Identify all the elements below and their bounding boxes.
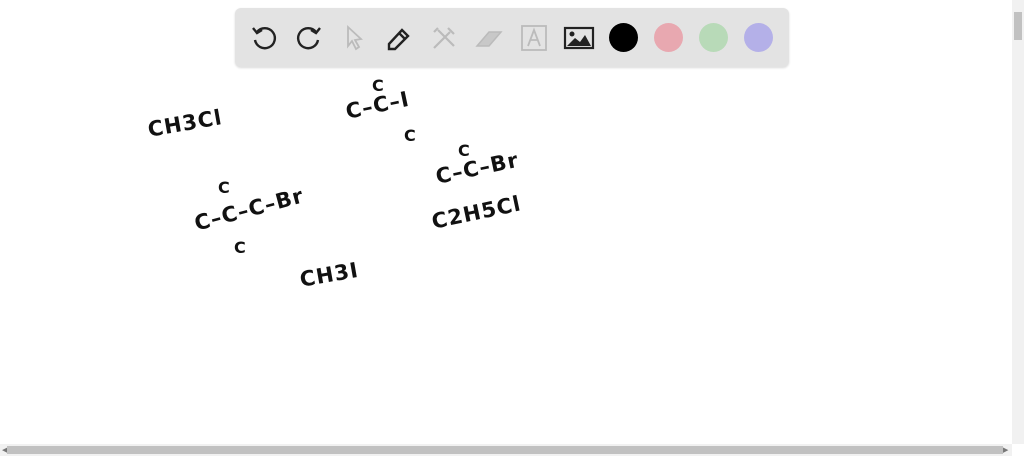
horizontal-scrollbar[interactable]: ◀ ▶ xyxy=(0,444,1012,456)
image-icon xyxy=(563,26,595,50)
handwritten-c-c-i: C–C–I xyxy=(343,86,412,124)
scroll-right-icon[interactable]: ▶ xyxy=(1003,446,1008,454)
eraser-icon xyxy=(475,31,503,47)
handwritten-c-top-3: C xyxy=(218,178,231,197)
handwritten-ch3i: CH3I xyxy=(297,257,361,292)
color-pink-swatch[interactable] xyxy=(654,23,683,52)
handwritten-c-bottom: C xyxy=(404,126,417,145)
handwritten-c2h5cl: C2H5Cl xyxy=(429,191,524,234)
redo-button[interactable] xyxy=(293,22,325,54)
handwritten-c-bottom-3: C xyxy=(234,238,247,257)
select-icon xyxy=(347,24,363,51)
vertical-scrollbar[interactable] xyxy=(1012,0,1024,444)
eraser-button[interactable] xyxy=(473,22,505,54)
drawing-toolbar xyxy=(235,8,789,67)
color-purple-swatch[interactable] xyxy=(744,23,773,52)
tools-icon xyxy=(433,27,455,49)
tools-button[interactable] xyxy=(428,22,460,54)
select-button[interactable] xyxy=(338,22,370,54)
horizontal-scroll-thumb[interactable] xyxy=(7,446,1003,454)
text-button[interactable] xyxy=(518,22,550,54)
redo-icon xyxy=(297,27,321,50)
undo-button[interactable] xyxy=(248,22,280,54)
text-icon xyxy=(521,25,547,51)
handwritten-ch3cl: CH3Cl xyxy=(145,105,225,142)
image-button[interactable] xyxy=(563,22,595,54)
pen-icon xyxy=(387,28,410,51)
handwritten-c-c-c-br: C–C–C–Br xyxy=(191,183,307,236)
handwritten-c-c-br: C–C–Br xyxy=(433,147,521,189)
color-black-swatch[interactable] xyxy=(609,23,638,52)
color-green-swatch[interactable] xyxy=(699,23,728,52)
vertical-scroll-thumb[interactable] xyxy=(1014,12,1022,40)
undo-icon xyxy=(252,27,276,50)
pen-button[interactable] xyxy=(383,22,415,54)
